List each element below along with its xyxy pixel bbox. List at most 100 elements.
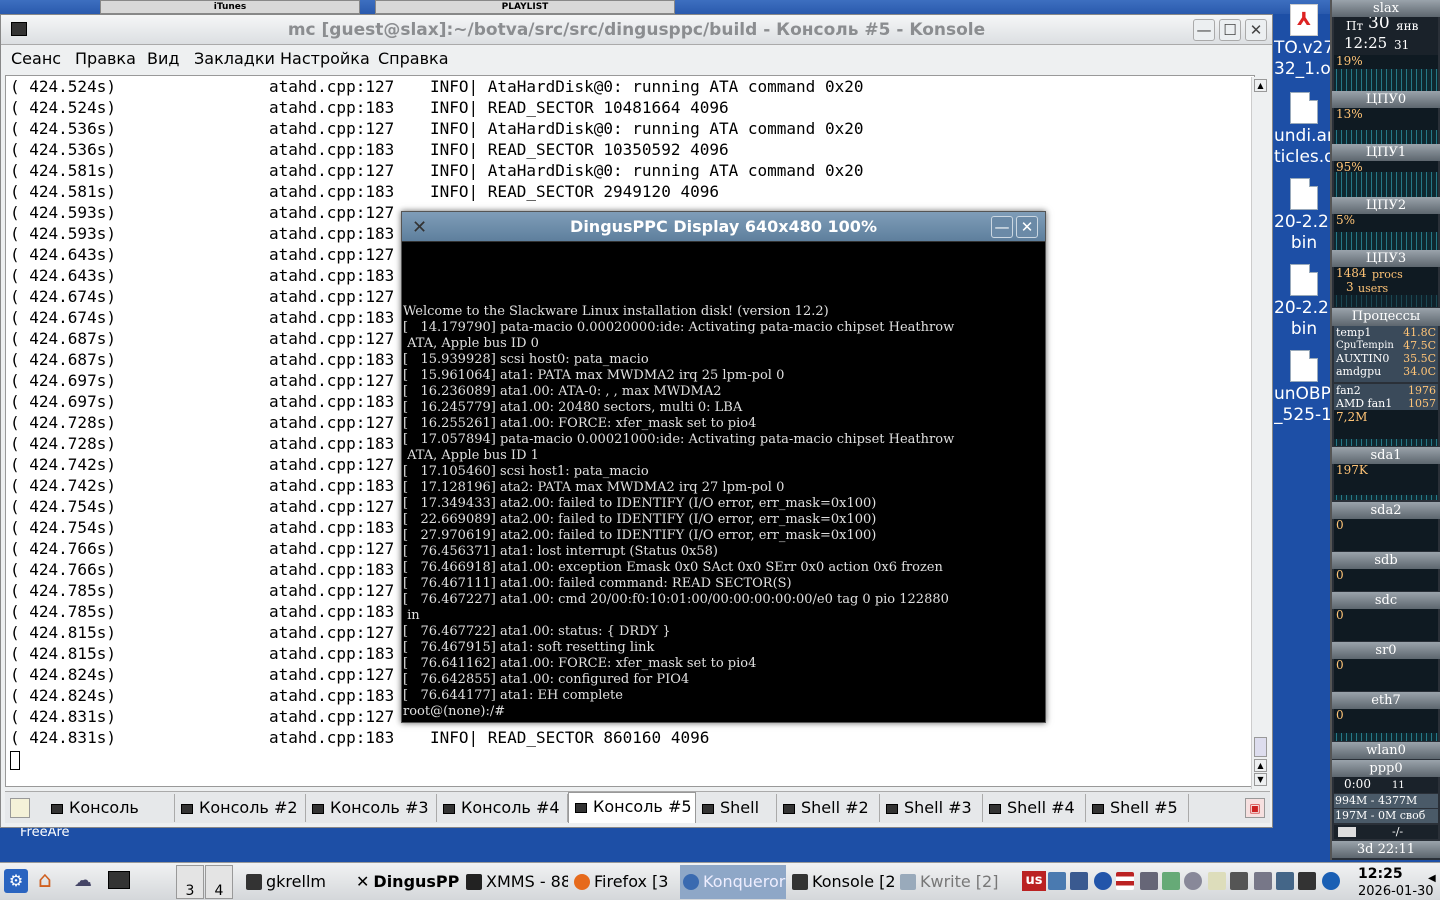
volume-icon[interactable]: [1184, 872, 1202, 890]
console-line: [ 16.255261] ata1.00: FORCE: xfer_mask s…: [403, 416, 757, 431]
flag-icon[interactable]: [1116, 872, 1134, 890]
bluetooth-icon[interactable]: [1094, 872, 1112, 890]
minimize-button[interactable]: —: [991, 216, 1013, 238]
tray-mail-icon[interactable]: [1070, 872, 1088, 890]
minimize-button[interactable]: —: [1193, 19, 1215, 41]
task-dingus[interactable]: ✕DingusPPC: [356, 865, 460, 899]
konsole-tab[interactable]: Shell #2: [777, 794, 880, 822]
gk-sr0-label: sr0: [1332, 642, 1440, 659]
tray-icon[interactable]: [1140, 872, 1158, 890]
console-line: [ 17.105460] scsi host1: pata_macio: [403, 464, 649, 479]
console-line: ATA, Apple bus ID 0: [403, 336, 539, 351]
new-tab-icon[interactable]: [10, 798, 30, 818]
dingus-titlebar[interactable]: ✕ DingusPPC Display 640x480 100% — ✕: [402, 212, 1045, 242]
konsole-tab[interactable]: Консоль #3: [306, 794, 437, 822]
log-timestamp: ( 424.742s): [10, 455, 116, 474]
clock-date[interactable]: 2026-01-30: [1358, 884, 1434, 899]
desktop-icon-label: unOBP2: [1274, 384, 1334, 404]
chevron-left-icon[interactable]: ◀: [1428, 873, 1436, 884]
home-icon[interactable]: ⌂: [38, 869, 62, 893]
konsole-tab[interactable]: Консоль #4: [437, 794, 568, 822]
konsole-tab[interactable]: Консоль #5: [568, 792, 696, 823]
keyboard-layout-indicator[interactable]: us: [1022, 871, 1046, 891]
itunes-window-strip[interactable]: iTunes: [100, 0, 360, 14]
konsole-tab[interactable]: Консоль: [45, 794, 175, 822]
network-icon[interactable]: ☁: [74, 869, 98, 893]
xmms-icon: [466, 874, 482, 890]
task-kwrite[interactable]: Kwrite [2]: [900, 865, 1012, 899]
gk-cpu1-graph: 95%: [1334, 161, 1438, 197]
terminal-icon: [886, 804, 898, 814]
log-source: atahd.cpp:127: [269, 665, 395, 684]
close-tab-icon[interactable]: ▣: [1245, 798, 1265, 818]
tray-icon[interactable]: [1230, 872, 1248, 890]
tray-icon[interactable]: [1254, 872, 1272, 890]
log-timestamp: ( 424.831s): [10, 728, 116, 747]
desktop-icon-pdf[interactable]: ⅄ TO.v27 32_1.o..: [1274, 4, 1334, 80]
menu-edit[interactable]: Правка: [75, 45, 136, 73]
desktop-icon-label: bin: [1290, 319, 1318, 339]
menu-bookmarks[interactable]: Закладки: [194, 45, 275, 73]
clock-time[interactable]: 12:25: [1358, 866, 1403, 882]
kwrite-icon: [900, 874, 916, 890]
hp-icon[interactable]: [1322, 872, 1340, 890]
gk-wlan0-label: wlan0: [1332, 742, 1440, 759]
konsole-tab[interactable]: Shell #3: [880, 794, 983, 822]
task-konsole[interactable]: Konsole [2: [792, 865, 896, 899]
task-xmms[interactable]: XMMS - 88: [466, 865, 568, 899]
log-source: atahd.cpp:183: [269, 98, 395, 117]
terminal-icon: [51, 804, 63, 814]
scroll-down-icon[interactable]: ▼: [1254, 773, 1267, 786]
gk-eth7-val: 0: [1336, 709, 1344, 722]
pager-desktop-3[interactable]: 3: [176, 865, 204, 899]
emulator-screen[interactable]: Welcome to the Slackware Linux installat…: [402, 242, 1045, 722]
konsole-tab[interactable]: Shell #4: [983, 794, 1086, 822]
terminal-icon[interactable]: [108, 871, 130, 889]
desktop-icon-doc-1[interactable]: undi.am ticles.d..: [1274, 92, 1334, 168]
menu-help[interactable]: Справка: [378, 45, 449, 73]
desktop-icon-doc-3[interactable]: 20-2.25 bin: [1274, 264, 1334, 340]
scroll-thumb[interactable]: [1254, 737, 1267, 757]
gk-sdb-label: sdb: [1332, 552, 1440, 569]
maximize-button[interactable]: ☐: [1219, 19, 1241, 41]
tray-icon[interactable]: [1162, 872, 1180, 890]
console-line: [ 16.236089] ata1.00: ATA-0: , , max MWD…: [403, 384, 722, 399]
clipboard-icon[interactable]: [1208, 872, 1226, 890]
task-firefox[interactable]: Firefox [3: [574, 865, 674, 899]
desktop-icon-doc-2[interactable]: 20-2.25 bin: [1274, 178, 1334, 254]
task-gkrellm[interactable]: gkrellm: [246, 865, 346, 899]
scroll-up-icon[interactable]: ▲: [1254, 79, 1267, 92]
tray-icon[interactable]: [1276, 872, 1294, 890]
close-button[interactable]: ✕: [1016, 216, 1038, 238]
close-icon: ✕: [1020, 218, 1034, 236]
log-source: atahd.cpp:183: [269, 140, 395, 159]
playlist-window-strip[interactable]: PLAYLIST: [375, 0, 675, 14]
konsole-titlebar[interactable]: mc [guest@slax]:~/botva/src/src/dinguspp…: [1, 15, 1272, 45]
konsole-tab[interactable]: Shell #5: [1086, 794, 1189, 822]
log-source: atahd.cpp:127: [269, 455, 395, 474]
minimize-icon: —: [994, 218, 1010, 236]
pager-desktop-4[interactable]: 4: [205, 865, 233, 899]
scroll-up-icon[interactable]: ▲: [1254, 759, 1267, 772]
task-konqueror[interactable]: Konqueror: [680, 865, 786, 899]
log-source: atahd.cpp:183: [269, 728, 395, 747]
konsole-tab[interactable]: Консоль #2: [175, 794, 306, 822]
menu-view[interactable]: Вид: [147, 45, 179, 73]
tab-label: Shell #2: [801, 798, 869, 817]
k-menu-icon[interactable]: ⚙: [4, 869, 28, 893]
log-source: atahd.cpp:183: [269, 434, 395, 453]
pager[interactable]: 3 4: [176, 865, 234, 899]
tray-network-icon[interactable]: [1048, 872, 1066, 890]
close-button[interactable]: ✕: [1245, 19, 1267, 41]
desktop-icon-doc-4[interactable]: unOBP2 _525-1.: [1274, 350, 1334, 426]
desktop-icon-label: 32_1.o..: [1274, 59, 1334, 79]
menu-session[interactable]: Сеанс: [11, 45, 61, 73]
log-timestamp: ( 424.687s): [10, 350, 116, 369]
tray-icon[interactable]: [1298, 872, 1316, 890]
log-timestamp: ( 424.687s): [10, 329, 116, 348]
menu-settings[interactable]: Настройка: [280, 45, 370, 73]
konsole-tab[interactable]: Shell: [696, 794, 777, 822]
terminal-scrollbar[interactable]: ▲ ▲ ▼: [1251, 77, 1269, 789]
dingus-window[interactable]: ✕ DingusPPC Display 640x480 100% — ✕ Wel…: [401, 211, 1046, 723]
firefox-icon: [574, 874, 590, 890]
